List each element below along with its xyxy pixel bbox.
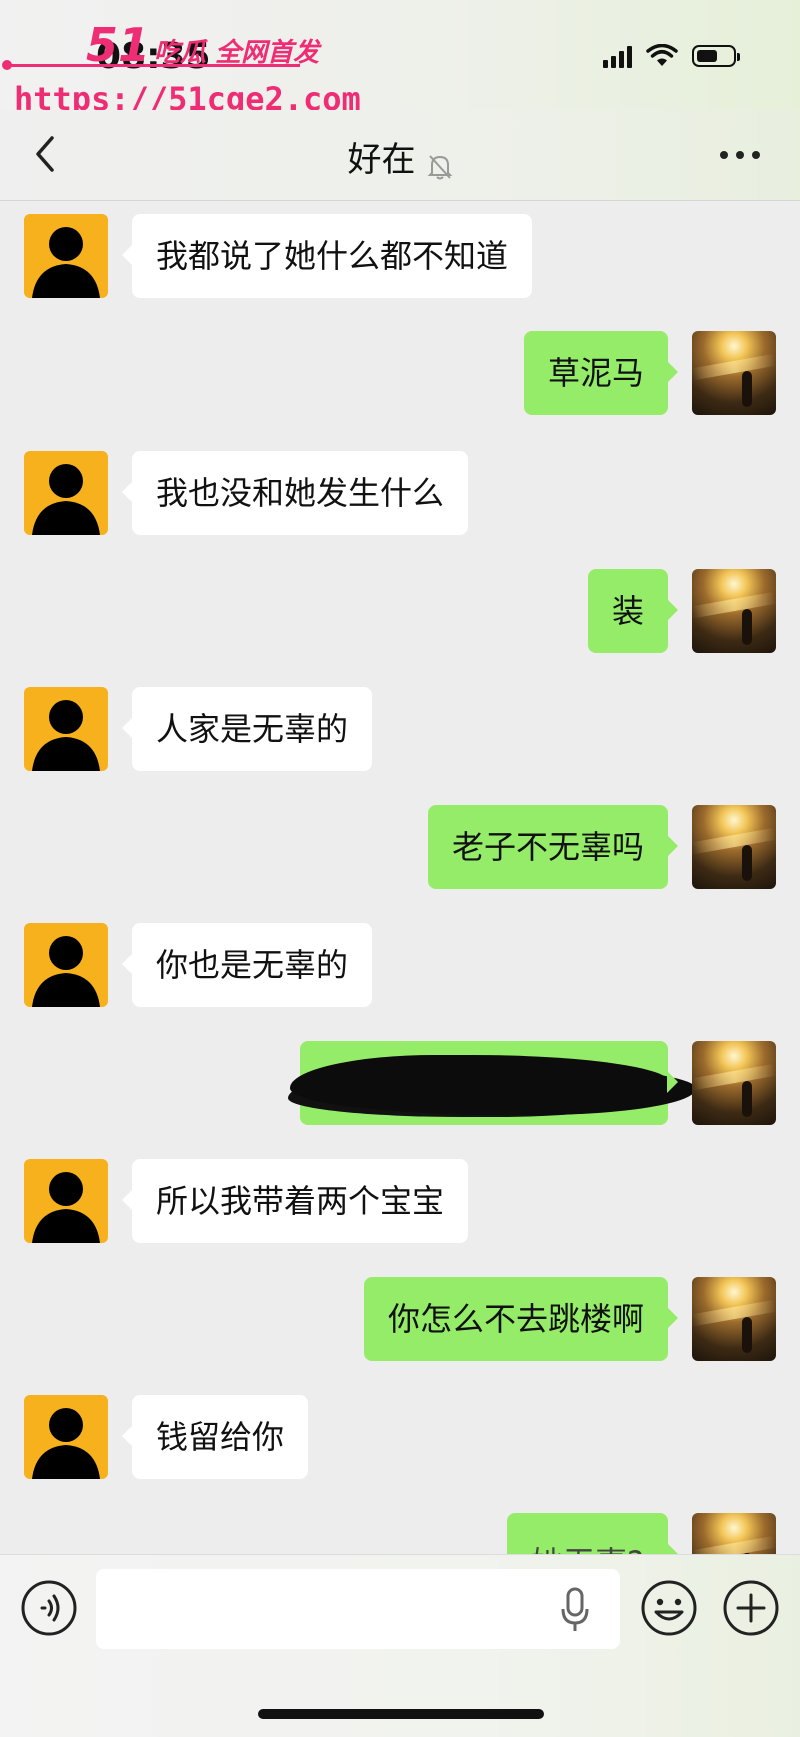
user-avatar[interactable] [692, 331, 776, 415]
message-text-input[interactable] [96, 1569, 620, 1649]
contact-avatar[interactable] [24, 1395, 108, 1479]
message-row-incoming: 我都说了她什么都不知道 [0, 214, 800, 300]
chat-header: 好在 [0, 110, 800, 201]
message-bubble-outgoing-redacted[interactable] [290, 1041, 678, 1125]
chat-title: 好在 [347, 140, 416, 180]
ellipsis-icon [720, 151, 760, 159]
message-bubble-incoming[interactable]: 人家是无辜的 [121, 687, 373, 771]
message-bubble-incoming[interactable]: 我都说了她什么都不知道 [121, 214, 533, 298]
status-bar: 08:35 51 吃瓜 全网首发 https://51cge2.com [0, 0, 800, 118]
microphone-icon[interactable] [560, 1587, 590, 1633]
battery-icon [692, 45, 740, 67]
user-avatar[interactable] [692, 1277, 776, 1361]
cellular-signal-icon [603, 44, 632, 68]
user-avatar[interactable] [692, 1041, 776, 1125]
contact-avatar[interactable] [24, 451, 108, 535]
message-row-incoming: 所以我带着两个宝宝 [0, 1159, 800, 1245]
redaction-scribble [290, 1055, 670, 1113]
message-row-incoming: 人家是无辜的 [0, 687, 800, 773]
user-avatar[interactable] [692, 569, 776, 653]
message-row-outgoing: 草泥马 [0, 331, 800, 417]
contact-avatar[interactable] [24, 214, 108, 298]
watermark-underline [2, 60, 300, 70]
contact-avatar[interactable] [24, 923, 108, 1007]
chat-title-wrap: 好在 [0, 132, 800, 181]
more-functions-button[interactable] [722, 1579, 780, 1637]
message-input-bar [0, 1554, 800, 1737]
message-row-outgoing: 你怎么不去跳楼啊 [0, 1277, 800, 1363]
message-row-outgoing: 装 [0, 569, 800, 655]
message-bubble-incoming[interactable]: 你也是无辜的 [121, 923, 373, 1007]
smiley-icon [641, 1580, 697, 1636]
chat-message-list[interactable]: 我都说了她什么都不知道 草泥马 我也没和她发生什么 装 人家是无辜的 老子不无辜… [0, 201, 800, 1554]
message-bubble-outgoing[interactable]: 草泥马 [523, 331, 679, 415]
message-bubble-incoming[interactable]: 所以我带着两个宝宝 [121, 1159, 469, 1243]
home-indicator [258, 1709, 544, 1719]
message-bubble-incoming[interactable]: 我也没和她发生什么 [121, 451, 469, 535]
bell-slash-icon [427, 154, 452, 179]
message-bubble-outgoing[interactable]: 装 [587, 569, 679, 653]
more-options-button[interactable] [716, 140, 764, 170]
message-row-outgoing: 她无辜? [0, 1513, 800, 1554]
plus-circle-icon [723, 1580, 779, 1636]
contact-avatar[interactable] [24, 687, 108, 771]
message-row-incoming: 你也是无辜的 [0, 923, 800, 1009]
voice-input-button[interactable] [20, 1579, 78, 1637]
message-row-outgoing [0, 1041, 800, 1127]
contact-avatar[interactable] [24, 1159, 108, 1243]
status-icons [603, 44, 740, 68]
message-bubble-outgoing[interactable]: 她无辜? [507, 1513, 678, 1554]
user-avatar[interactable] [692, 1513, 776, 1554]
voice-icon [21, 1580, 77, 1636]
message-bubble-outgoing[interactable]: 你怎么不去跳楼啊 [363, 1277, 679, 1361]
message-row-incoming: 我也没和她发生什么 [0, 451, 800, 537]
wifi-icon [646, 44, 678, 66]
message-row-outgoing: 老子不无辜吗 [0, 805, 800, 891]
emoji-button[interactable] [640, 1579, 698, 1637]
message-bubble-outgoing[interactable]: 老子不无辜吗 [427, 805, 679, 889]
user-avatar[interactable] [692, 805, 776, 889]
message-row-incoming: 钱留给你 [0, 1395, 800, 1481]
message-bubble-incoming[interactable]: 钱留给你 [121, 1395, 309, 1479]
